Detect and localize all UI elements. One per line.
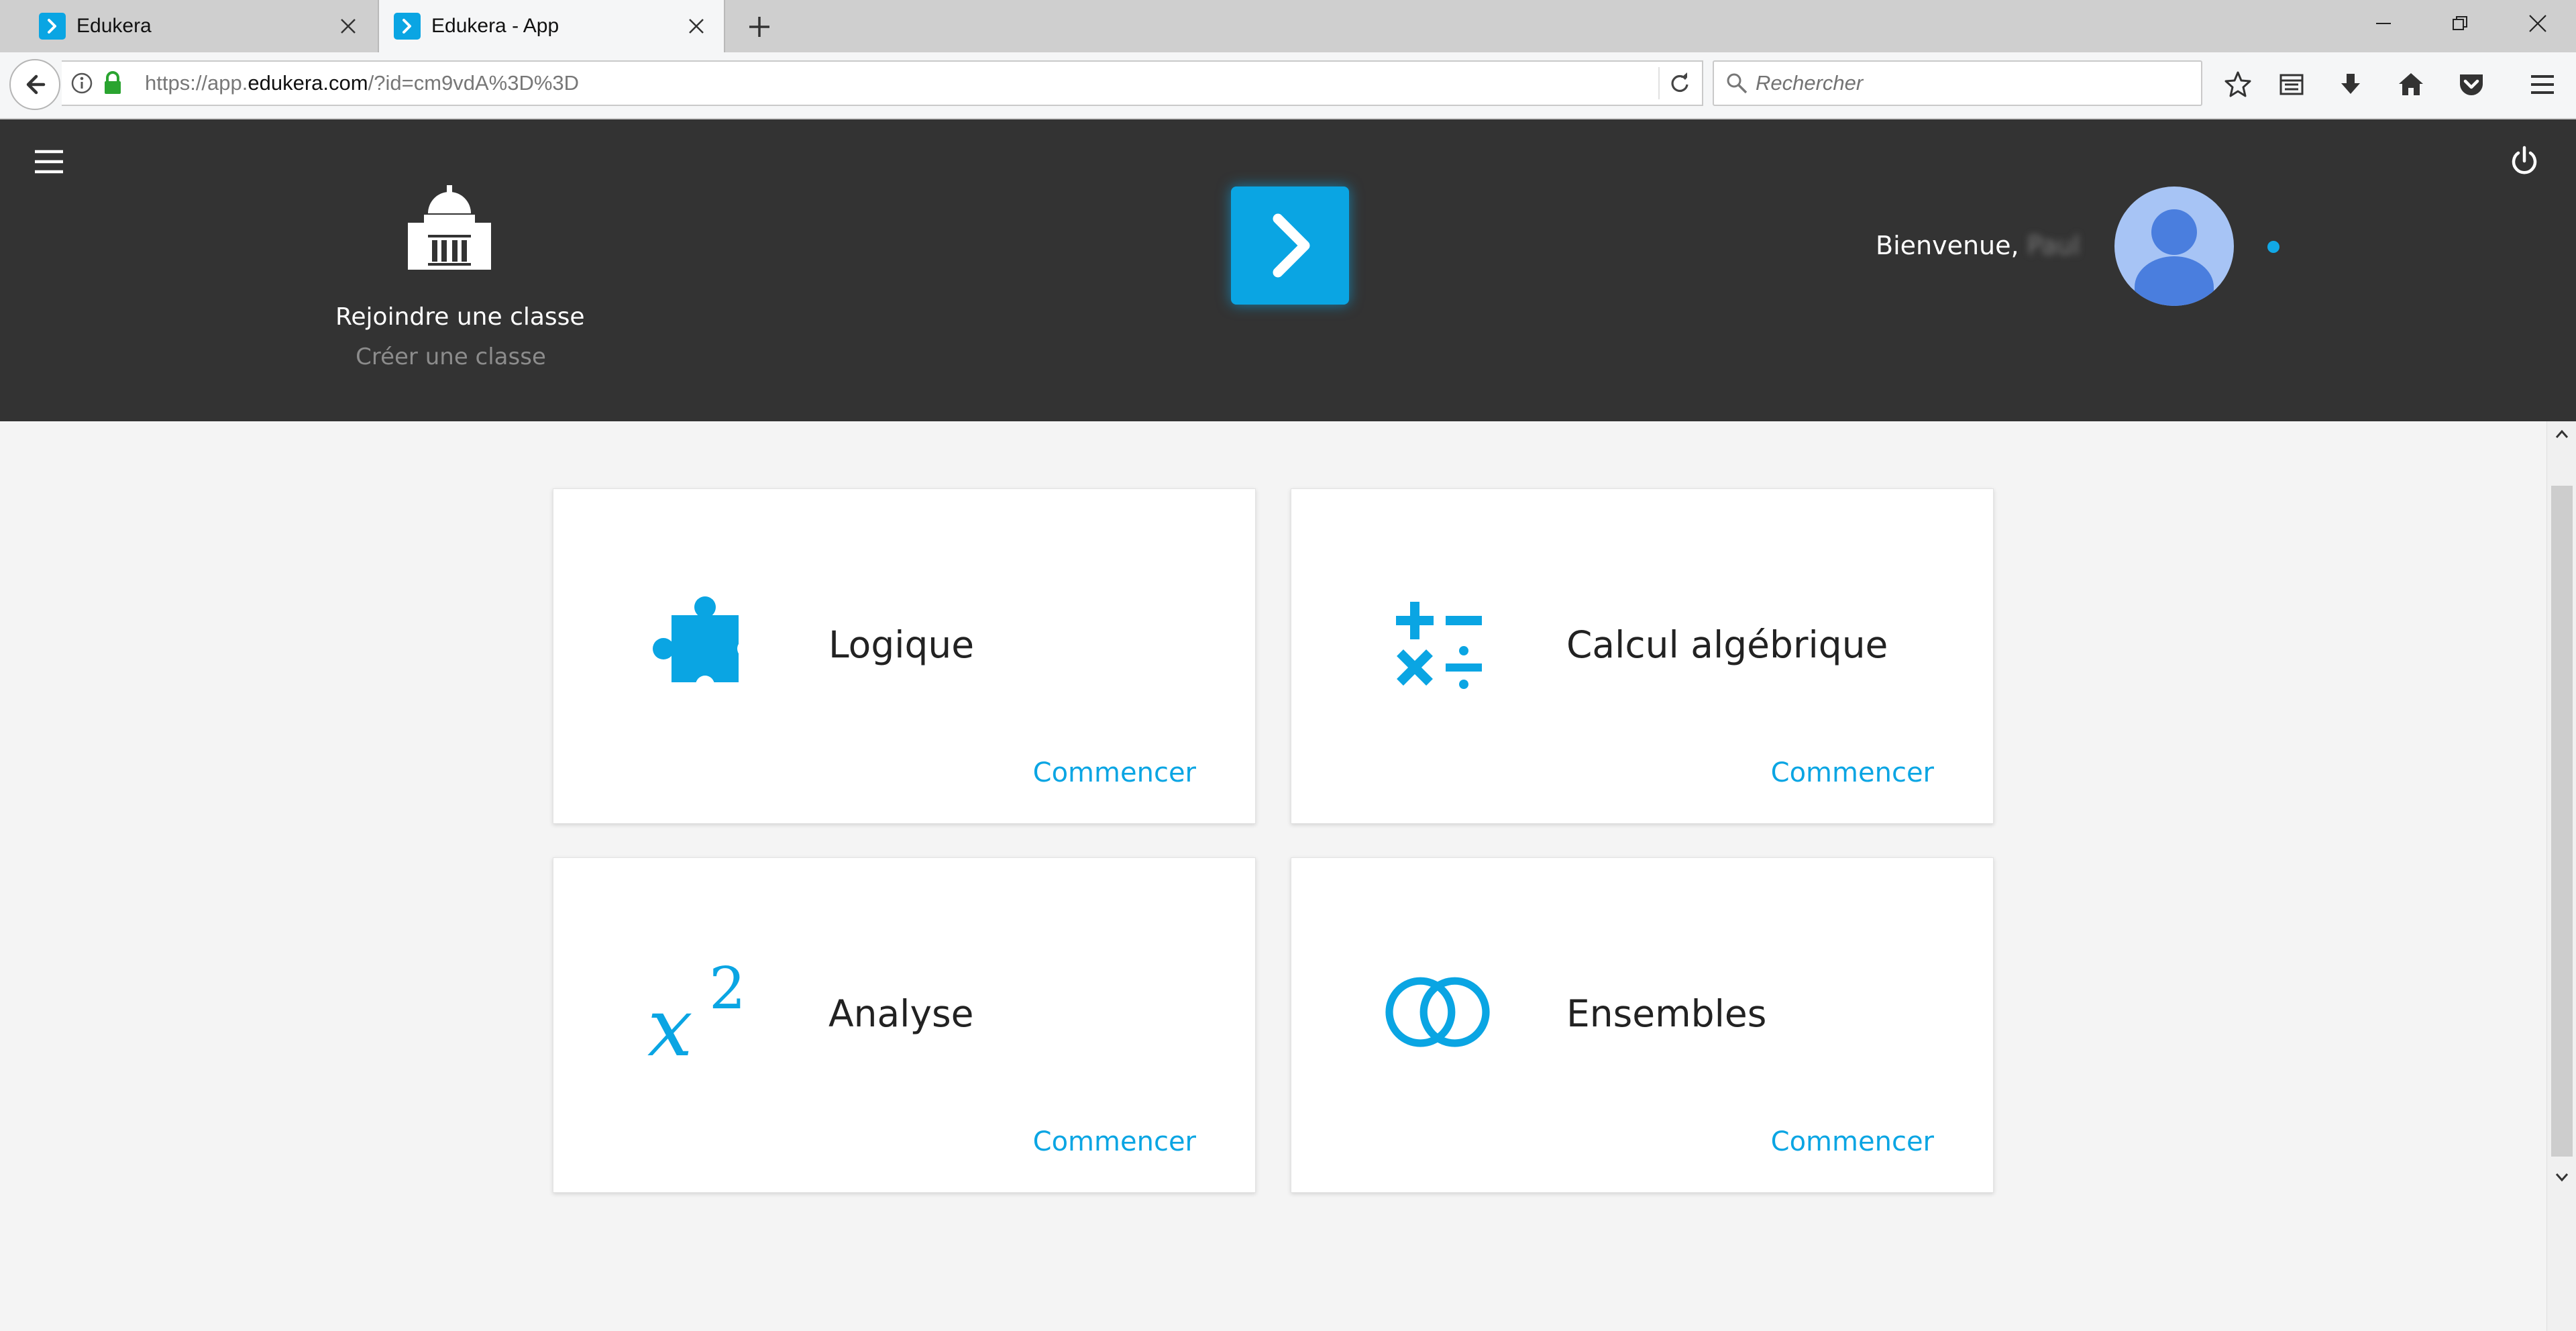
course-card-logique[interactable]: Logique Commencer — [553, 488, 1256, 824]
math-operators-icon — [1379, 583, 1497, 701]
browser-tab-bar: Edukera Edukera - App — [0, 0, 2576, 52]
avatar[interactable] — [2114, 187, 2234, 306]
course-card-ensembles[interactable]: Ensembles Commencer — [1291, 857, 1994, 1193]
sets-icon — [1379, 952, 1497, 1070]
school-building-icon[interactable] — [402, 184, 496, 278]
lock-icon — [102, 70, 123, 97]
svg-text:x: x — [647, 981, 693, 1070]
puzzle-icon — [641, 583, 759, 701]
url-text[interactable]: https://app.edukera.com/?id=cm9vdA%3D%3D — [145, 62, 579, 105]
reload-icon — [1671, 72, 1688, 93]
close-tab-icon[interactable] — [337, 15, 360, 38]
hamburger-menu-icon[interactable] — [32, 146, 66, 177]
edukera-favicon-icon — [39, 13, 66, 40]
browser-tab-edukera-app[interactable]: Edukera - App — [378, 0, 725, 52]
search-placeholder: Rechercher — [1756, 71, 1864, 95]
user-silhouette-icon — [2135, 209, 2214, 306]
search-icon — [1725, 71, 1749, 95]
back-button[interactable] — [9, 59, 60, 110]
bookmark-star-icon[interactable] — [2218, 64, 2258, 105]
browser-menu-icon[interactable] — [2522, 64, 2563, 105]
user-name: Paul — [2027, 231, 2080, 260]
reading-list-icon[interactable] — [2271, 64, 2312, 105]
home-icon[interactable] — [2391, 64, 2431, 105]
new-tab-button[interactable] — [745, 12, 774, 42]
card-title: Calcul algébrique — [1566, 623, 1888, 666]
back-arrow-icon — [26, 74, 46, 95]
start-button[interactable]: Commencer — [1771, 1126, 1934, 1157]
welcome-text: Bienvenue, Paul — [1876, 231, 2080, 260]
edukera-logo[interactable] — [1231, 187, 1349, 305]
start-button[interactable]: Commencer — [1033, 1126, 1196, 1157]
x-squared-icon: x 2 — [641, 952, 759, 1070]
scrollbar[interactable] — [2546, 421, 2576, 1331]
scroll-up-arrow-icon[interactable] — [2553, 425, 2571, 444]
close-window-icon[interactable] — [2509, 0, 2567, 47]
browser-tab-edukera[interactable]: Edukera — [0, 0, 376, 52]
tab-title: Edukera — [76, 15, 152, 37]
online-status-dot — [2267, 241, 2279, 253]
info-icon[interactable] — [70, 71, 94, 95]
card-title: Ensembles — [1566, 992, 1767, 1035]
close-tab-icon[interactable] — [685, 15, 708, 38]
card-title: Logique — [828, 623, 975, 666]
reload-button[interactable] — [1658, 67, 1700, 99]
start-button[interactable]: Commencer — [1771, 757, 1934, 788]
course-card-analyse[interactable]: x 2 Analyse Commencer — [553, 857, 1256, 1193]
restore-icon[interactable] — [2431, 0, 2489, 47]
start-button[interactable]: Commencer — [1033, 757, 1196, 788]
edukera-favicon-icon — [394, 13, 421, 40]
join-class-link[interactable]: Rejoindre une classe — [335, 303, 585, 331]
tab-title: Edukera - App — [431, 15, 559, 37]
browser-nav-bar: https://app.edukera.com/?id=cm9vdA%3D%3D… — [0, 52, 2576, 119]
svg-text:2: 2 — [709, 955, 746, 1022]
course-card-calcul-algebrique[interactable]: Calcul algébrique Commencer — [1291, 488, 1994, 824]
scroll-down-arrow-icon[interactable] — [2553, 1167, 2571, 1186]
minimize-icon[interactable] — [2355, 0, 2412, 47]
card-title: Analyse — [828, 992, 974, 1035]
scrollbar-thumb[interactable] — [2551, 486, 2573, 1157]
app-header: Rejoindre une classe Créer une classe Bi… — [0, 119, 2576, 421]
chevron-right-icon — [1273, 213, 1310, 278]
create-class-link[interactable]: Créer une classe — [335, 343, 566, 370]
power-icon[interactable] — [2508, 145, 2541, 178]
search-bar[interactable]: Rechercher — [1713, 60, 2202, 106]
url-bar[interactable]: https://app.edukera.com/?id=cm9vdA%3D%3D — [62, 60, 1703, 106]
pocket-icon[interactable] — [2451, 64, 2491, 105]
download-icon[interactable] — [2330, 64, 2371, 105]
